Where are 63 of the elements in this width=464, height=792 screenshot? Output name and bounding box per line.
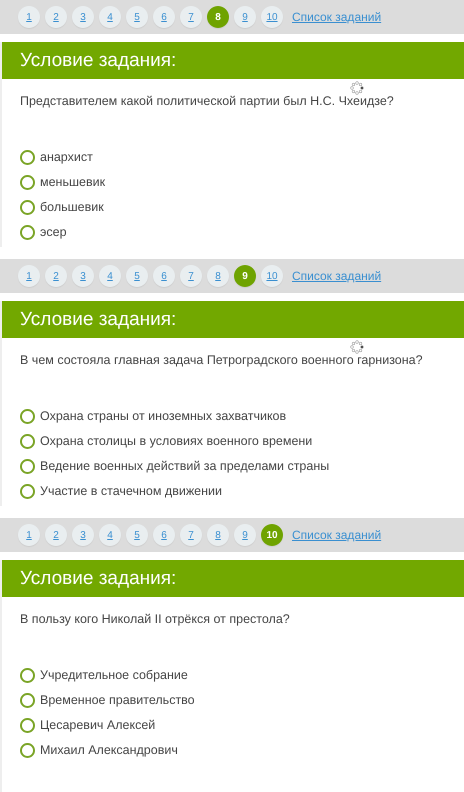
page-button[interactable]: 1 — [18, 6, 40, 28]
radio-button[interactable] — [20, 175, 35, 190]
radio-button[interactable] — [20, 718, 35, 733]
option-label[interactable]: эсер — [40, 223, 67, 242]
page-button[interactable]: 8 — [207, 265, 229, 287]
option-label[interactable]: Михаил Александрович — [40, 741, 178, 760]
page-button[interactable]: 8 — [207, 524, 229, 546]
page-button[interactable]: 7 — [180, 265, 202, 287]
page-button[interactable]: 5 — [126, 265, 148, 287]
page-button[interactable]: 7 — [180, 6, 202, 28]
page-button[interactable]: 1 — [18, 524, 40, 546]
page-button[interactable]: 5 — [126, 6, 148, 28]
page-button[interactable]: 10 — [261, 524, 283, 546]
page-button[interactable]: 2 — [45, 524, 67, 546]
page-button[interactable]: 4 — [99, 524, 121, 546]
page-button[interactable]: 6 — [153, 524, 175, 546]
page-button[interactable]: 3 — [72, 6, 94, 28]
option-label[interactable]: меньшевик — [40, 173, 106, 192]
radio-button[interactable] — [20, 200, 35, 215]
page-button[interactable]: 3 — [72, 265, 94, 287]
option-label[interactable]: анархист — [40, 148, 93, 167]
radio-button[interactable] — [20, 225, 35, 240]
radio-button[interactable] — [20, 409, 35, 424]
page-button[interactable]: 3 — [72, 524, 94, 546]
option-label[interactable]: Временное правительство — [40, 691, 195, 710]
radio-button[interactable] — [20, 743, 35, 758]
radio-button[interactable] — [20, 693, 35, 708]
page-button[interactable]: 10 — [261, 6, 283, 28]
option-label[interactable]: Ведение военных действий за пределами страны — [40, 457, 330, 476]
option-label[interactable]: большевик — [40, 198, 104, 217]
task-heading: Условие задания: — [2, 560, 464, 597]
option-label[interactable]: Участие в стачечном движении — [40, 482, 222, 501]
task-heading: Условие задания: — [2, 42, 464, 79]
radio-button[interactable] — [20, 459, 35, 474]
page-button[interactable]: 8 — [207, 6, 229, 28]
page-button[interactable]: 2 — [45, 265, 67, 287]
option-label[interactable]: Охрана столицы в условиях военного времени — [40, 432, 312, 451]
option-label[interactable]: Охрана страны от иноземных захватчиков — [40, 407, 286, 426]
radio-button[interactable] — [20, 434, 35, 449]
page-button[interactable]: 9 — [234, 265, 256, 287]
radio-button[interactable] — [20, 668, 35, 683]
question-text: Представителем какой политической партии был Н.С. Чхеидзе? — [20, 93, 395, 110]
page-button[interactable]: 7 — [180, 524, 202, 546]
page-button[interactable]: 6 — [153, 265, 175, 287]
option-label[interactable]: Цесаревич Алексей — [40, 716, 156, 735]
page-button[interactable]: 4 — [99, 265, 121, 287]
page-button[interactable]: 6 — [153, 6, 175, 28]
page-button[interactable]: 5 — [126, 524, 148, 546]
radio-button[interactable] — [20, 484, 35, 499]
question-text: В пользу кого Николай II отрёкся от престола? — [20, 611, 291, 628]
task-list-link[interactable]: Список заданий — [292, 526, 382, 544]
option-label[interactable]: Учредительное собрание — [40, 666, 188, 685]
question-text: В чем состояла главная задача Петроградского военного гарнизона? — [20, 352, 424, 369]
page-button[interactable]: 1 — [18, 265, 40, 287]
task-list-link[interactable]: Список заданий — [292, 267, 382, 285]
radio-button[interactable] — [20, 150, 35, 165]
page-button[interactable]: 2 — [45, 6, 67, 28]
task-list-link[interactable]: Список заданий — [292, 8, 382, 26]
page-button[interactable]: 4 — [99, 6, 121, 28]
page-button[interactable]: 9 — [234, 524, 256, 546]
task-heading: Условие задания: — [2, 301, 464, 338]
page-button[interactable]: 10 — [261, 265, 283, 287]
page-button[interactable]: 9 — [234, 6, 256, 28]
